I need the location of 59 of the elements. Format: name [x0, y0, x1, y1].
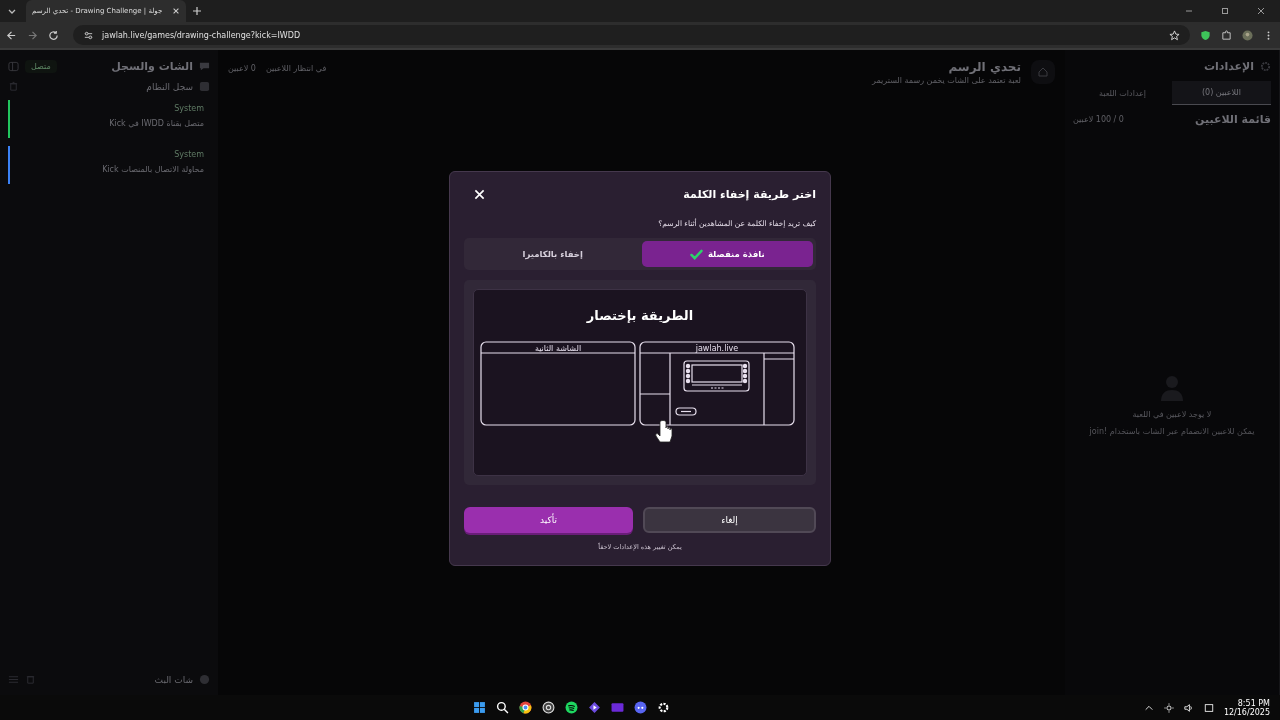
screen-label: jawlah.live	[695, 343, 739, 353]
clock-date: 12/16/2025	[1223, 707, 1270, 717]
cancel-button[interactable]: إلغاء	[643, 507, 816, 533]
waiting-label: في انتظار اللاعبين	[265, 64, 327, 73]
aperture-icon[interactable]	[542, 701, 556, 714]
url-text: jawlah.live/games/drawing-challenge?kick=IWDD	[102, 30, 301, 40]
address-bar[interactable]: jawlah.live/games/drawing-challenge?kick=IWDD	[73, 25, 1190, 45]
close-icon[interactable]	[1256, 6, 1266, 16]
settings-icon[interactable]	[83, 29, 94, 41]
dialog-title: اختر طريقة إخفاء الكلمة	[683, 188, 816, 201]
shield-icon[interactable]	[1200, 29, 1211, 41]
pointer-icon	[655, 420, 673, 443]
star-icon[interactable]	[1169, 29, 1180, 41]
empty-hint: يمكن للاعبين الانضمام عبر الشات باستخدام !join	[1089, 427, 1255, 436]
panel-title: الشات والسجل	[111, 60, 193, 73]
status-badge: متصل	[25, 60, 57, 73]
log-message: محاولة الاتصال بالمنصات Kick	[102, 165, 204, 174]
game-title: تحدي الرسم	[947, 60, 1021, 74]
sun-icon[interactable]	[1163, 702, 1174, 713]
clock-time: 8:51 PM	[1237, 698, 1270, 708]
option-button[interactable]: نافذة منفصلة	[641, 241, 813, 267]
notification-icon[interactable]	[1203, 702, 1214, 713]
game-subtitle: لعبة تعتمد على الشات يخمن رسمة الستريمر	[872, 76, 1021, 85]
diamond-icon[interactable]	[588, 701, 602, 714]
panel-tab[interactable]: اللاعبين (0)	[1172, 81, 1271, 105]
empty-title: لا يوجد لاعبين في اللعبة	[1132, 410, 1212, 419]
music-icon[interactable]	[565, 701, 579, 714]
reload-icon[interactable]	[48, 29, 59, 41]
player-count: 0 / 100 لاعبين	[1073, 115, 1124, 124]
controller-icon[interactable]	[634, 701, 648, 714]
plus-icon[interactable]	[192, 6, 202, 16]
grid-icon[interactable]	[473, 701, 487, 714]
close-icon[interactable]	[172, 7, 180, 15]
back-icon[interactable]	[6, 29, 17, 41]
app-icon[interactable]	[611, 701, 625, 714]
search-icon[interactable]	[496, 701, 510, 714]
check-icon	[689, 248, 703, 260]
speaker-icon[interactable]	[1183, 702, 1194, 713]
list-title: قائمة اللاعبين	[1195, 113, 1271, 126]
preview-title: الطريقة بإختصار	[586, 308, 694, 323]
info-icon	[199, 81, 210, 92]
forward-icon[interactable]	[27, 29, 38, 41]
option-button[interactable]: إخفاء بالكاميرا	[467, 241, 639, 267]
confirm-button[interactable]: تأكيد	[464, 507, 633, 533]
gear-icon	[1260, 61, 1271, 72]
gear-icon[interactable]	[657, 701, 671, 714]
avatar-icon[interactable]	[1242, 29, 1253, 41]
browser-icon[interactable]	[519, 701, 533, 714]
panel-title: الإعدادات	[1203, 60, 1254, 73]
log-source: System	[174, 104, 204, 113]
section-title: شات البث	[154, 674, 193, 685]
log-message: متصل بقناة IWDD في Kick	[109, 119, 204, 128]
sidebar-toggle-icon[interactable]	[8, 61, 19, 72]
home-icon	[1037, 66, 1049, 78]
section-title: سجل النظام	[146, 81, 193, 92]
screen-label: الشاشة الثانية	[534, 343, 582, 353]
log-source: System	[174, 150, 204, 159]
restore-icon[interactable]	[1220, 6, 1230, 16]
player-count: 0 لاعبين	[228, 64, 256, 73]
